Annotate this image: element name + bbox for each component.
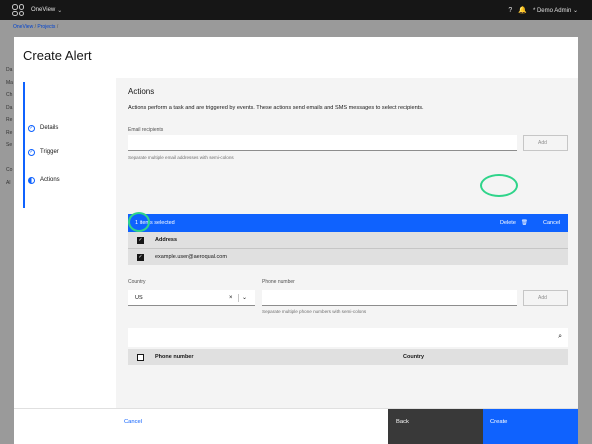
step-label: Details [40,125,59,131]
clear-icon[interactable]: × [229,295,233,301]
breadcrumb-item-projects[interactable]: Projects [37,24,55,30]
delete-label: Delete [500,220,516,226]
breadcrumb-separator: / [34,24,36,30]
email-label: Email recipients [128,127,164,133]
trash-icon: 🗑 [520,220,528,226]
background-sidebar: Da Ma Ch Da Re Re Se Co Al [0,64,14,189]
checkmark-circle-icon: ✓ [28,148,35,156]
step-details[interactable]: ✓ Details [28,121,58,135]
bg-sidebar-item: Re [6,117,13,123]
add-phone-button[interactable]: Add [523,290,568,306]
breadcrumb-separator: / [56,24,59,30]
chevron-down-icon[interactable]: ⌄ [242,294,247,301]
progress-steps: ✓ Details ✓ Trigger Actions [22,78,120,408]
step-actions[interactable]: Actions [28,173,60,187]
cancel-button[interactable]: Cancel [14,409,388,444]
bg-sidebar-item: Se [6,142,13,148]
modal-header: Create Alert [14,37,578,78]
section-title: Actions [128,87,155,96]
breadcrumb: OneView / Projects / [13,24,58,30]
notification-bell-icon[interactable]: 🔔 [518,6,527,14]
actions-panel: Actions Actions perform a task and are t… [116,78,578,408]
bg-sidebar-item: Al [6,179,11,186]
highlight-ring-delete [480,174,518,197]
bg-sidebar-item: Da [6,104,13,111]
half-filled-circle-icon [28,176,35,184]
bg-sidebar-item: Ch [6,92,13,98]
country-select[interactable]: US × ⌄ [128,290,255,306]
phone-table-header: Phone number Country [128,349,568,365]
email-address-cell: example.user@aeroqual.com [155,254,227,260]
bg-sidebar-item: Co [6,167,13,173]
batch-cancel-button[interactable]: Cancel [543,214,560,232]
bg-sidebar-item [0,152,14,165]
batch-delete-button[interactable]: Delete 🗑 [500,214,528,232]
help-icon[interactable]: ? [508,7,512,14]
app-logo-icon[interactable] [12,4,24,16]
bg-sidebar-item: Da [6,67,13,73]
select-all-checkbox[interactable] [137,353,144,361]
phone-helper-text: Separate multiple phone numbers with sem… [262,309,367,314]
top-navigation-bar: OneView ⌄ ? 🔔 * Demo Admin ⌄ [0,0,592,20]
progress-rail [23,82,25,208]
step-label: Actions [40,177,60,183]
add-email-button[interactable]: Add [523,135,568,151]
phone-label: Phone number [262,279,295,285]
select-divider [238,294,239,302]
select-all-checkbox[interactable]: ✓ [137,236,144,244]
user-menu[interactable]: * Demo Admin ⌄ [533,7,578,14]
app-name[interactable]: OneView [31,7,55,13]
highlight-ring-checkbox [128,212,150,232]
email-table-header: ✓ Address [128,232,568,248]
row-checkbox[interactable]: ✓ [137,253,144,261]
country-label: Country [128,279,146,285]
batch-action-bar: 1 items selected Delete 🗑 Cancel [128,214,568,232]
phone-table-search[interactable]: ⌕ [128,328,568,347]
phone-number-field[interactable] [262,290,517,306]
chevron-down-icon[interactable]: ⌄ [57,7,62,14]
breadcrumb-item-oneview[interactable]: OneView [13,24,33,30]
email-field[interactable] [128,135,517,151]
table-row: ✓ example.user@aeroqual.com [128,248,568,265]
country-value: US [135,294,143,301]
section-description: Actions perform a task and are triggered… [128,105,424,111]
bg-sidebar-item: Re [6,129,13,136]
search-icon[interactable]: ⌕ [558,333,562,341]
checkmark-circle-icon: ✓ [28,124,35,132]
step-label: Trigger [40,149,59,155]
email-helper-text: Separate multiple email addresses with s… [128,155,234,160]
step-trigger[interactable]: ✓ Trigger [28,145,59,159]
back-button[interactable]: Back [388,409,483,444]
bg-sidebar-item: Ma [6,79,13,86]
topbar-actions: ? 🔔 * Demo Admin ⌄ [508,0,578,20]
modal-title: Create Alert [23,48,92,63]
modal-footer: Cancel Back Create [14,408,578,444]
phone-number-column-header: Phone number [155,354,194,360]
address-column-header: Address [155,237,178,243]
create-alert-modal: Create Alert ✓ Details ✓ Trigger Actions… [14,37,578,444]
country-column-header: Country [403,354,425,360]
create-button[interactable]: Create [483,409,578,444]
